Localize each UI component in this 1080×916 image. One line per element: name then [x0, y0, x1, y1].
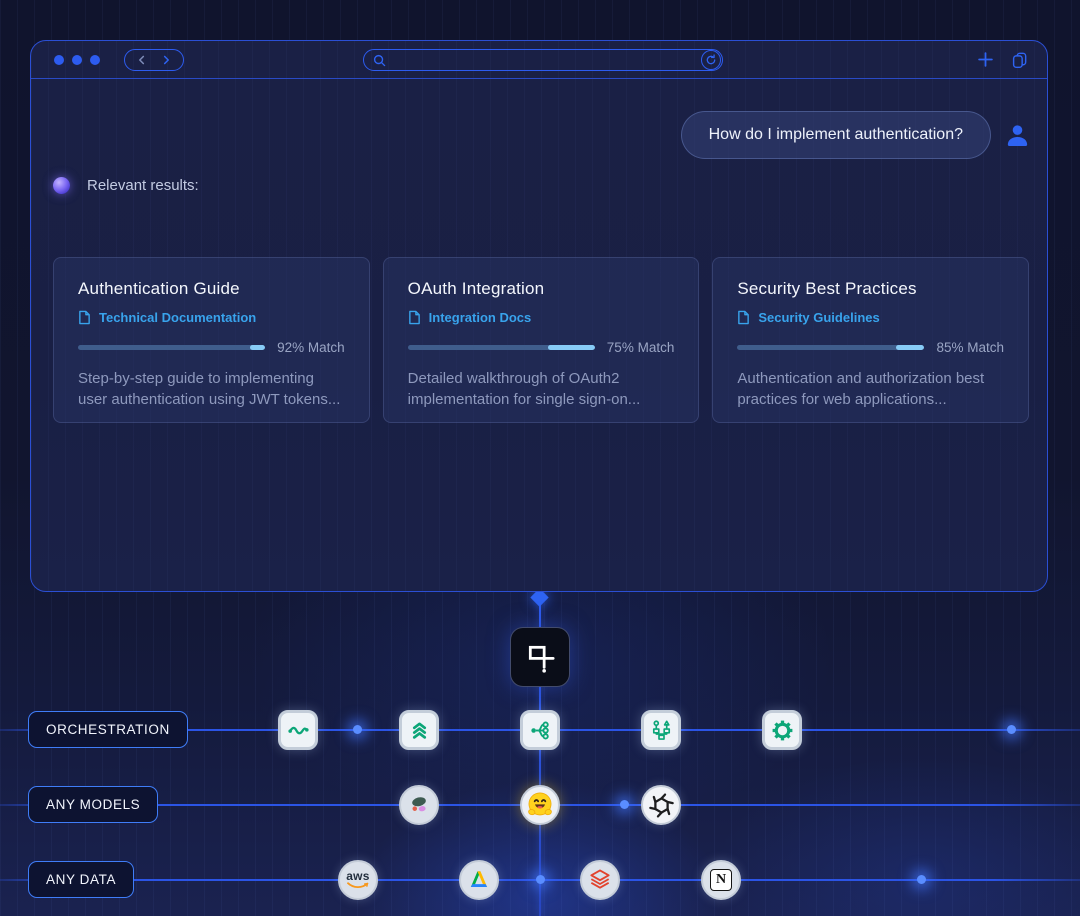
label-orchestration: ORCHESTRATION: [28, 711, 188, 748]
card-title: Authentication Guide: [78, 279, 345, 299]
line-glow-dot: [353, 725, 362, 734]
tabs-copy-icon[interactable]: [1010, 50, 1029, 69]
chevrons-up-icon: [407, 718, 432, 743]
match-bar-row: 75% Match: [408, 340, 675, 355]
card-description: Step-by-step guide to implementing user …: [78, 368, 345, 411]
chat-message-row: How do I implement authentication?: [681, 111, 1031, 159]
orchestration-chip-branch: [520, 710, 560, 750]
workflow-icon: [649, 718, 674, 743]
match-progress-bar: [408, 345, 595, 350]
label-any-data: ANY DATA: [28, 861, 134, 898]
match-percent: 92% Match: [277, 340, 345, 355]
result-card-security-best-practices[interactable]: Security Best Practices Security Guideli…: [712, 257, 1029, 423]
window-dot[interactable]: [54, 55, 64, 65]
match-progress-bar: [737, 345, 924, 350]
card-source-label: Technical Documentation: [99, 310, 256, 325]
branch-icon: [528, 718, 553, 743]
user-question-bubble: How do I implement authentication?: [681, 111, 991, 159]
card-source: Security Guidelines: [737, 310, 1004, 325]
card-source: Technical Documentation: [78, 310, 345, 325]
model-badge-cohere: [399, 785, 439, 825]
orchestration-chip-settings: [762, 710, 802, 750]
card-source-label: Integration Docs: [429, 310, 532, 325]
orchestration-chip-workflow: [641, 710, 681, 750]
gear-icon: [770, 718, 795, 743]
model-badge-hugging-face: [520, 785, 560, 825]
line-glow-dot: [620, 800, 629, 809]
user-avatar-icon: [1004, 122, 1031, 149]
refresh-button[interactable]: [701, 50, 721, 70]
match-percent: 85% Match: [936, 340, 1004, 355]
data-badge-aws: aws: [338, 860, 378, 900]
crop-frame-icon: [522, 639, 558, 675]
result-card-authentication-guide[interactable]: Authentication Guide Technical Documenta…: [53, 257, 370, 423]
result-card-oauth-integration[interactable]: OAuth Integration Integration Docs 75% M…: [383, 257, 700, 423]
address-bar[interactable]: [363, 49, 723, 71]
card-title: Security Best Practices: [737, 279, 1004, 299]
search-icon: [372, 53, 387, 68]
nav-controls: [124, 49, 184, 71]
back-chevron-icon[interactable]: [135, 53, 149, 67]
data-badge-notion: N: [701, 860, 741, 900]
assistant-orb-icon: [53, 177, 70, 194]
card-description: Authentication and authorization best pr…: [737, 368, 1004, 411]
new-tab-plus-icon[interactable]: [977, 51, 994, 68]
traffic-light-dots: [54, 55, 100, 65]
orchestration-chip-deploy: [399, 710, 439, 750]
window-dot[interactable]: [72, 55, 82, 65]
browser-topbar: [31, 41, 1047, 79]
aws-logo-text: aws: [346, 870, 370, 882]
relevant-results-row: Relevant results:: [53, 177, 199, 194]
card-title: OAuth Integration: [408, 279, 675, 299]
document-icon: [408, 310, 421, 325]
orchestration-chip-wave: [278, 710, 318, 750]
wave-icon: [286, 718, 311, 743]
page: { "colors": { "accent_blue": "#2e63f2", …: [0, 0, 1080, 916]
relevant-results-label: Relevant results:: [87, 177, 199, 194]
data-badge-google-drive: [459, 860, 499, 900]
refresh-icon: [705, 54, 717, 66]
result-cards: Authentication Guide Technical Documenta…: [53, 257, 1029, 423]
google-drive-logo-icon: [466, 867, 492, 893]
cohere-logo-icon: [406, 792, 432, 818]
openai-logo-icon: [648, 792, 675, 819]
topbar-actions: [977, 50, 1029, 69]
card-source-label: Security Guidelines: [758, 310, 879, 325]
line-glow-dot: [536, 875, 545, 884]
aws-logo-icon: aws: [346, 870, 370, 890]
card-description: Detailed walkthrough of OAuth2 implement…: [408, 368, 675, 411]
model-badge-openai: [641, 785, 681, 825]
line-glow-dot: [1007, 725, 1016, 734]
notion-logo-icon: N: [710, 869, 732, 891]
search-input[interactable]: [387, 51, 701, 69]
data-badge-databricks: [580, 860, 620, 900]
label-any-models: ANY MODELS: [28, 786, 158, 823]
match-bar-row: 92% Match: [78, 340, 345, 355]
browser-window: How do I implement authentication? Relev…: [30, 40, 1048, 592]
center-node-chip: [510, 627, 570, 687]
card-source: Integration Docs: [408, 310, 675, 325]
match-progress-bar: [78, 345, 265, 350]
document-icon: [737, 310, 750, 325]
databricks-logo-icon: [587, 867, 613, 893]
window-dot[interactable]: [90, 55, 100, 65]
forward-chevron-icon[interactable]: [159, 53, 173, 67]
match-bar-row: 85% Match: [737, 340, 1004, 355]
hugging-face-logo-icon: [525, 790, 555, 820]
notion-logo-letter: N: [716, 872, 726, 888]
match-percent: 75% Match: [607, 340, 675, 355]
document-icon: [78, 310, 91, 325]
line-glow-dot: [917, 875, 926, 884]
